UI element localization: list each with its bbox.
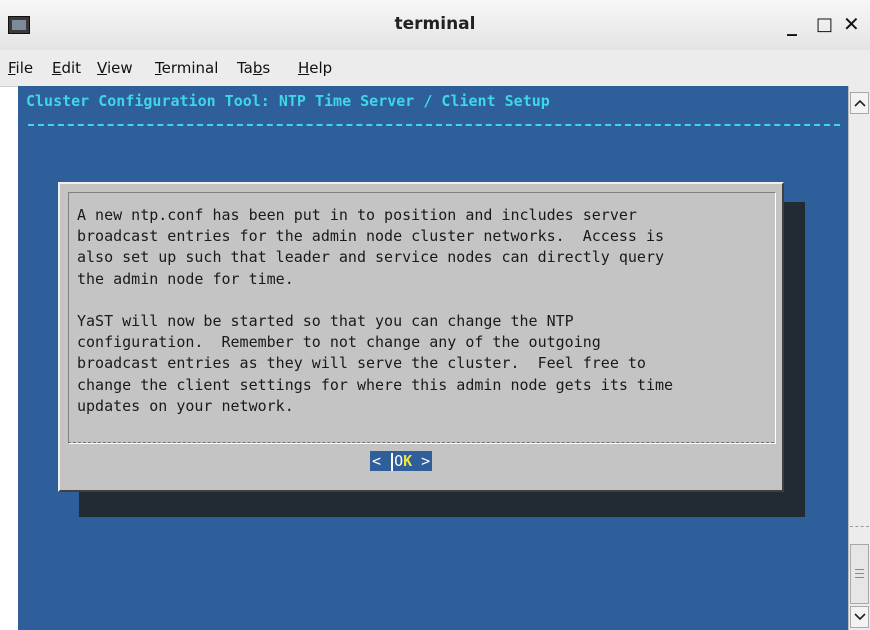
ok-button[interactable]: < OK > — [370, 451, 433, 471]
scroll-down-button[interactable] — [850, 606, 869, 628]
scroll-thumb[interactable] — [850, 544, 869, 604]
minimize-button[interactable]: _ — [787, 12, 797, 36]
menu-help-label: elp — [309, 59, 333, 77]
menu-file[interactable]: File — [8, 59, 33, 77]
chevron-down-icon — [853, 613, 866, 621]
menu-tabs-label: s — [262, 59, 271, 77]
thumb-grip-line — [855, 577, 864, 578]
menu-terminal-label: erminal — [161, 59, 219, 77]
scrollbar-track-divider — [850, 526, 869, 527]
menubar: File Edit View Terminal Tabs Help — [0, 50, 870, 87]
menu-tabs-accel: b — [252, 59, 263, 77]
menu-help[interactable]: Help — [298, 59, 332, 77]
ok-button-hotkey: K — [403, 452, 413, 470]
close-button[interactable]: ✕ — [843, 12, 860, 36]
ok-button-right-bracket: > — [412, 452, 431, 470]
window-titlebar[interactable]: terminal _ □ ✕ — [0, 0, 870, 51]
chevron-up-icon — [853, 99, 866, 107]
menu-view-accel: V — [97, 59, 107, 77]
heading-divider — [28, 124, 840, 126]
menu-terminal-accel: T — [155, 59, 162, 77]
ok-button-label-o: O — [394, 452, 404, 470]
terminal-screen[interactable]: Cluster Configuration Tool: NTP Time Ser… — [18, 86, 848, 630]
dialog-message: A new ntp.conf has been put in to positi… — [77, 206, 674, 415]
maximize-button[interactable]: □ — [816, 14, 833, 35]
vertical-scrollbar[interactable] — [848, 86, 870, 630]
message-dialog: A new ntp.conf has been put in to positi… — [58, 182, 784, 492]
menu-terminal[interactable]: Terminal — [155, 59, 218, 77]
ok-button-left-bracket: < — [372, 452, 391, 470]
menu-edit-label: dit — [61, 59, 82, 77]
screen-heading: Cluster Configuration Tool: NTP Time Ser… — [26, 92, 550, 110]
menu-file-accel: F — [8, 59, 16, 77]
menu-help-accel: H — [298, 59, 310, 77]
text-cursor — [391, 452, 394, 471]
menu-view[interactable]: View — [97, 59, 133, 77]
scroll-up-button[interactable] — [850, 92, 869, 114]
dialog-body: A new ntp.conf has been put in to positi… — [68, 192, 776, 444]
window-title: terminal — [394, 14, 476, 34]
thumb-grip-line — [855, 573, 864, 574]
menu-tabs-prefix: Ta — [237, 59, 253, 77]
dialog-button-row: < OK > — [68, 442, 774, 481]
thumb-grip-line — [855, 569, 864, 570]
menu-file-label: ile — [15, 59, 34, 77]
menu-view-label: iew — [106, 59, 133, 77]
menu-edit[interactable]: Edit — [52, 59, 81, 77]
menu-tabs[interactable]: Tabs — [237, 59, 270, 77]
